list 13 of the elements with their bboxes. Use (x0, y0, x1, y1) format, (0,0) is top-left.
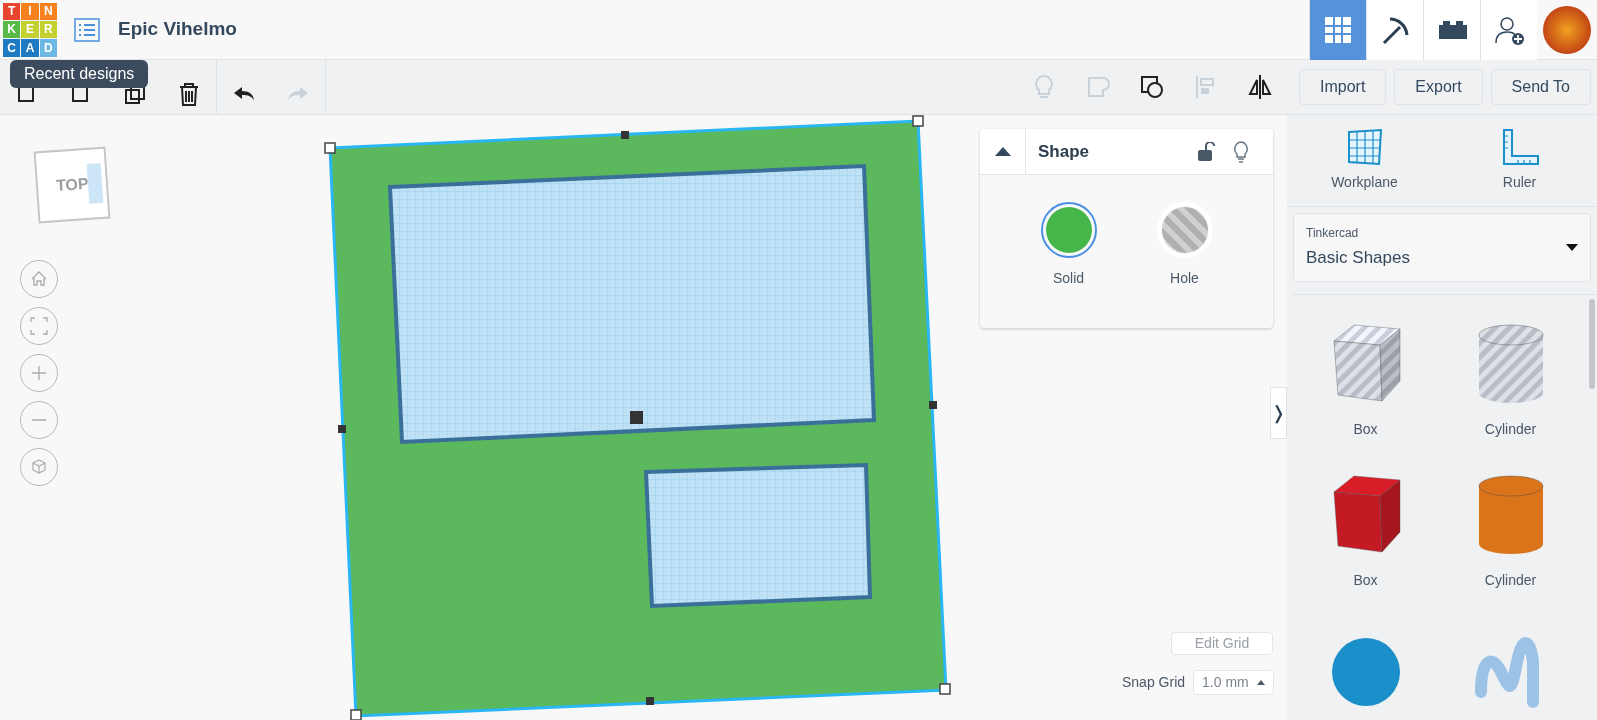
recent-designs-tooltip: Recent designs (10, 60, 149, 88)
view-cube-label: TOP (55, 173, 90, 197)
logo-letter: A (21, 39, 39, 57)
logo-letter: K (3, 20, 21, 39)
snap-grid-label: Snap Grid (1122, 673, 1186, 692)
logo-letter: C (3, 39, 21, 57)
logo-letter: E (21, 20, 39, 39)
logo-letter: N (39, 2, 57, 20)
logo-letter: T (3, 2, 21, 20)
logo-letter: I (21, 2, 39, 20)
logo-letter: R (39, 20, 57, 39)
logo-letter: D (39, 39, 57, 57)
inspector-title: Shape (1038, 140, 1091, 163)
